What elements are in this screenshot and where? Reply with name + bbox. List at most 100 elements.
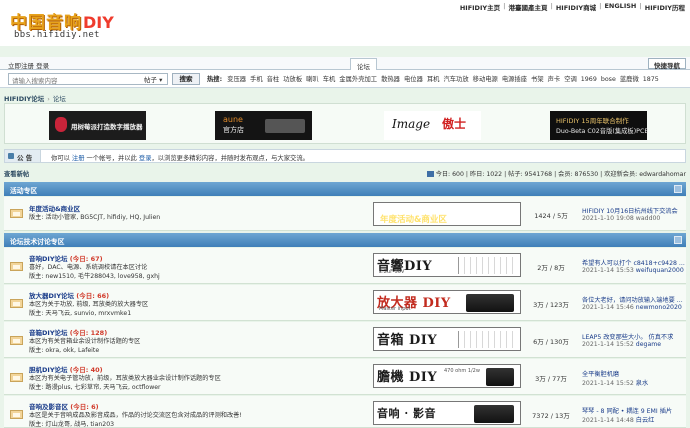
hot-keyword[interactable]: 电位器: [404, 76, 423, 83]
notice-text: 你可以 注册 一个帐号，并以此 登录，以浏览更多精彩内容，并随时发布观点，与大家…: [51, 155, 309, 162]
collapse-icon[interactable]: [674, 236, 682, 244]
login-bar: 立即注册 登录 论坛 快捷导航: [0, 57, 690, 71]
folder-icon: [10, 262, 23, 271]
folder-icon: [10, 336, 23, 345]
hot-keyword[interactable]: 汽车功放: [443, 76, 468, 83]
banner-duo-beta[interactable]: HIFIDIY 15周年联合制作 Duo-Beta C02音版(集成板)PCB: [550, 111, 649, 140]
hot-search: 热搜: 变压器 手机 音柱 功放板 喇叭 车机 金属外壳加工 散热器 电位器 耳机 汽车功放 移动电源…: [207, 74, 663, 83]
forum-counts: 6万 / 130万: [533, 338, 569, 346]
hot-keyword[interactable]: 金属外壳加工: [339, 76, 377, 83]
forum-row: 音响及影音区 (今日: 6) 本区是关于音响成品及影音成品，作品的讨论交流区包含…: [4, 396, 686, 428]
hot-keyword[interactable]: 空调: [564, 76, 577, 83]
forum-image[interactable]: HIFIDIY 年度活动&商业区: [373, 202, 521, 226]
site-header: 中国音响DIY bbs.hifidiy.net HIFIDIY主页 | 港臺國產主…: [0, 0, 690, 46]
notice-login-link[interactable]: 登录: [139, 155, 152, 162]
last-post-title[interactable]: 全平衡胆机磨: [582, 369, 619, 378]
last-post-title[interactable]: 各位大老好，请问功放输入端地要 ...: [582, 295, 683, 304]
chart-icon: [426, 171, 434, 177]
notice-label: 公 告: [5, 150, 41, 162]
forum-image[interactable]: 音响 · 影音: [373, 401, 521, 425]
notice-bar: 公 告 你可以 注册 一个帐号，并以此 登录，以浏览更多精彩内容，并随时发布观点…: [4, 149, 686, 163]
top-nav-english[interactable]: ENGLISH: [601, 2, 639, 12]
hot-keyword[interactable]: 声卡: [548, 76, 561, 83]
forum-stats: 查看新帖 今日: 600 | 昨日: 1022 | 帖子: 9541768 | …: [0, 167, 690, 179]
forum-moderators: 版主: new1510, 毛牛288043, love958, gxhj: [29, 273, 160, 280]
last-post-user[interactable]: weifuquan2000: [636, 267, 684, 274]
forum-image[interactable]: 音響DIY 2.2uF 50V: [373, 253, 521, 277]
forum-moderators: 版主: 路漫plus, 七彩草帘, 天马飞云, octflower: [29, 384, 161, 391]
new-posts-link[interactable]: 查看新帖: [4, 169, 29, 178]
banner-brand: aune: [223, 115, 243, 124]
top-nav-mall[interactable]: HIFIDIY商城: [553, 2, 599, 12]
last-post-title[interactable]: LEAP5 改变那些大小。 仿真不求: [582, 332, 673, 341]
folder-icon: [10, 410, 23, 419]
hot-keyword[interactable]: 散热器: [381, 76, 400, 83]
site-logo[interactable]: 中国音响DIY bbs.hifidiy.net: [10, 8, 114, 40]
hot-keyword[interactable]: 手机: [250, 76, 263, 83]
search-type-select[interactable]: 帖子 ▾: [144, 74, 162, 84]
folder-icon: [10, 299, 23, 308]
banner-title: HIFIDIY 15周年联合制作: [556, 117, 629, 125]
category-title[interactable]: 论坛技术讨论专区: [10, 238, 64, 246]
banner-raspberry[interactable]: 用树莓派打造数字播放器: [49, 111, 146, 140]
hot-keyword[interactable]: 音柱: [267, 76, 280, 83]
hot-keyword[interactable]: bose: [601, 76, 616, 83]
tab-forum[interactable]: 论坛: [350, 58, 377, 71]
category-title[interactable]: 活动专区: [10, 187, 37, 195]
forum-row: 音箱DIY论坛 (今日: 128) 本区为有关音箱业余设计制作话题的专区 版主:…: [4, 322, 686, 358]
hot-search-label: 热搜:: [207, 76, 223, 83]
last-post-meta: 2021-1-14 14:48 白云红: [582, 417, 655, 424]
hot-keyword[interactable]: 电源插座: [502, 76, 527, 83]
amplifier-image: [466, 294, 514, 312]
hot-keyword[interactable]: 蓝鹿微: [620, 76, 639, 83]
banner-text: 官方店: [223, 126, 244, 134]
forum-image[interactable]: 音箱 DIY: [373, 327, 521, 351]
last-post-meta: 2021-1-14 15:46 newmono2020: [582, 304, 682, 311]
forum-row: 胆机DIY论坛 (今日: 40) 本区为有关电子管功放，前级，耳放类放大器业余设…: [4, 359, 686, 395]
top-nav-history[interactable]: HIFIDIY历程: [642, 2, 688, 12]
login-link[interactable]: 登录: [36, 62, 49, 70]
last-post-title[interactable]: 琴琴 - 8 同配 • 耦连 9 EMI 插片: [582, 406, 672, 415]
hot-keyword[interactable]: 1875: [643, 76, 659, 83]
quick-nav-button[interactable]: 快捷导航: [648, 58, 686, 70]
top-nav-hk[interactable]: 港臺國產主頁: [505, 2, 550, 12]
hot-keyword[interactable]: 耳机: [427, 76, 440, 83]
forum-row: 放大器DIY论坛 (今日: 66) 本区为关于功放, 前级, 耳放类的放大器专区…: [4, 285, 686, 321]
search-bar: 请输入搜索内容 帖子 ▾ 搜索 热搜: 变压器 手机 音柱 功放板 喇叭 车机 金属外壳加工…: [0, 70, 690, 88]
speaker-image: [474, 405, 514, 423]
stats-text: 今日: 600 | 昨日: 1022 | 帖子: 9541768 | 会员: 8…: [426, 169, 686, 178]
notice-register-link[interactable]: 注册: [72, 155, 85, 162]
forum-image[interactable]: 放大器 DIY Master input: [373, 290, 521, 314]
hot-keyword[interactable]: 1969: [581, 76, 597, 83]
forum-image[interactable]: 膽機 DIY 470 ohm 1/2w: [373, 364, 521, 388]
search-type-label: 帖子: [144, 76, 157, 84]
banner-image[interactable]: Image 傲士: [384, 111, 481, 140]
last-post-user[interactable]: 白云红: [636, 417, 655, 424]
hot-keyword[interactable]: 喇叭: [306, 76, 319, 83]
hot-keyword[interactable]: 功放板: [283, 76, 302, 83]
hot-keyword[interactable]: 书架: [531, 76, 544, 83]
last-post-title[interactable]: HIFIDIY 10月16日杭州线下交流会: [582, 206, 678, 215]
forum-row: 音响DIY论坛 (今日: 67) 喜好，DAC、电源、系统调校请在本区讨论 版主…: [4, 248, 686, 284]
forum-moderators: 版主: 活动小管家, BG5CJT, hifidiy, HQ, Julien: [29, 214, 161, 221]
last-post-user[interactable]: newmono2020: [636, 304, 682, 311]
register-link[interactable]: 立即注册: [8, 62, 34, 70]
notice-icon: [8, 153, 14, 159]
forum-counts: 2万 / 8万: [537, 264, 565, 272]
last-post-title[interactable]: 希望有人可以打个 c8418+c9428 ...: [582, 258, 685, 267]
banner-aune[interactable]: aune 官方店: [215, 111, 312, 140]
forum-counts: 1424 / 5万: [534, 212, 568, 220]
breadcrumb-current[interactable]: 论坛: [53, 95, 66, 103]
last-post-user[interactable]: degame: [636, 341, 661, 348]
top-nav-home[interactable]: HIFIDIY主页: [457, 2, 503, 12]
last-post-meta: 2021-1-10 19:08 wadd00: [582, 215, 661, 222]
hot-keyword[interactable]: 变压器: [227, 76, 246, 83]
hot-keyword[interactable]: 车机: [323, 76, 336, 83]
hot-keyword[interactable]: 移动电源: [473, 76, 498, 83]
raspberry-icon: [55, 117, 67, 132]
last-post-user[interactable]: 泉水: [636, 380, 648, 387]
schematic-image: [458, 257, 516, 274]
breadcrumb-home[interactable]: HIFIDIY论坛: [4, 95, 44, 103]
collapse-icon[interactable]: [674, 185, 682, 193]
search-button[interactable]: 搜索: [172, 73, 200, 85]
